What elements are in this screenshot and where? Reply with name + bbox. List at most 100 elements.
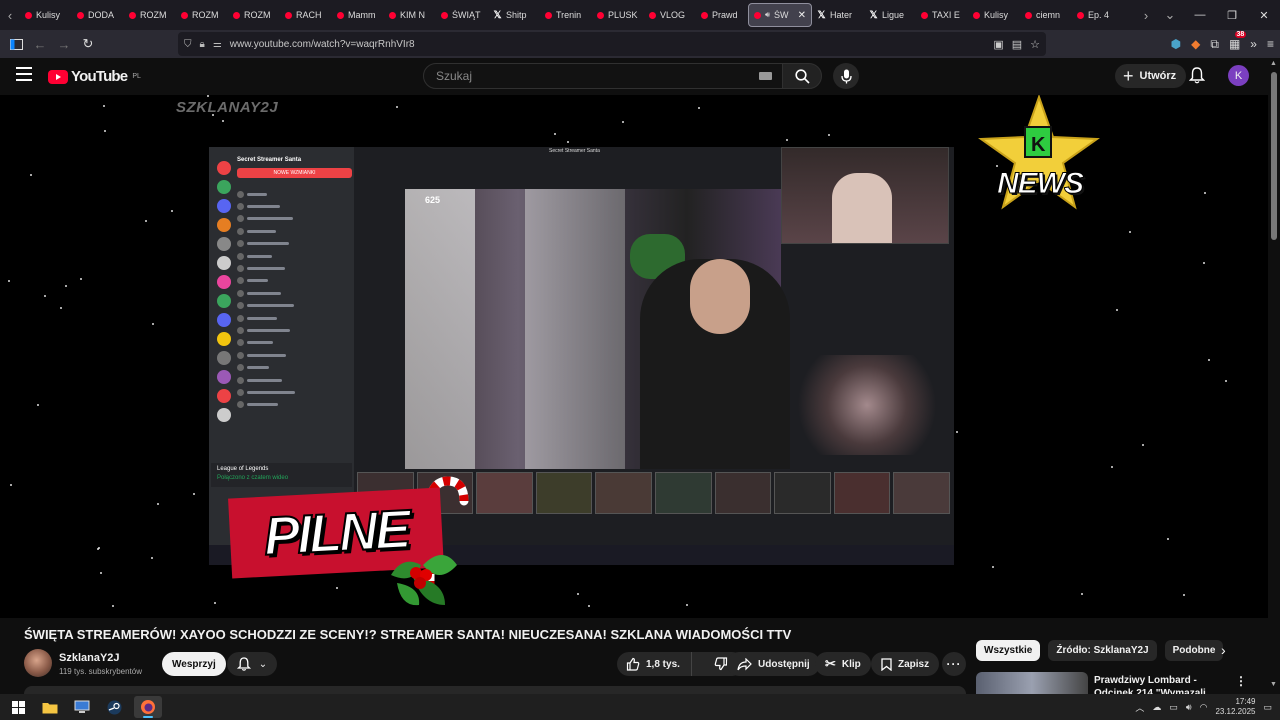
account-avatar[interactable]: K	[1228, 65, 1249, 86]
filter-chip[interactable]: Źródło: SzklanaY2J	[1048, 640, 1157, 661]
steam-icon[interactable]	[100, 696, 128, 718]
browser-tab[interactable]: ROZM	[228, 3, 280, 27]
snowflake	[145, 220, 147, 222]
search-button[interactable]	[782, 63, 822, 89]
more-actions-button[interactable]: ···	[942, 652, 966, 676]
browser-tab[interactable]: VLOG	[644, 3, 696, 27]
list-all-tabs-icon[interactable]: ⌄	[1156, 0, 1184, 30]
browser-tab[interactable]: Mamm	[332, 3, 384, 27]
browser-tab[interactable]: Ep. 4	[1072, 3, 1124, 27]
region-code: PL	[132, 73, 141, 80]
browser-tab[interactable]: Kulisy	[968, 3, 1020, 27]
browser-tab[interactable]: KIM N	[384, 3, 436, 27]
tracking-shield-icon[interactable]: ⛉	[184, 39, 192, 50]
youtube-logo[interactable]: YouTube PL	[48, 68, 141, 85]
filter-chip[interactable]: Podobne	[1164, 640, 1224, 661]
back-icon[interactable]: ←	[28, 32, 52, 56]
browser-tab[interactable]: DODA	[72, 3, 124, 27]
support-button[interactable]: Wesprzyj	[162, 652, 226, 676]
volume-icon[interactable]: 🔊︎	[1186, 702, 1192, 713]
browser-tab[interactable]: ROZM	[176, 3, 228, 27]
browser-tab[interactable]: ŚWIĄT	[436, 3, 488, 27]
picture-in-picture-icon[interactable]: ▣	[993, 38, 1003, 51]
lock-icon[interactable]: 🔒︎	[200, 39, 205, 50]
pc-app-icon[interactable]	[68, 696, 96, 718]
page-scrollbar[interactable]: ▲ ▼	[1268, 58, 1280, 690]
search-input[interactable]	[434, 68, 759, 84]
firefox-taskbar-icon[interactable]	[134, 696, 162, 718]
discord-member-row	[237, 213, 352, 225]
close-window-icon[interactable]: ✕	[1248, 0, 1280, 30]
sidebar-toggle-icon[interactable]	[4, 32, 28, 56]
window-controls: — ❐ ✕	[1184, 0, 1280, 30]
chips-next-icon[interactable]: ›	[1221, 642, 1226, 658]
snowflake	[60, 307, 62, 309]
tray-overflow-icon[interactable]: ︿	[1135, 701, 1144, 714]
network-icon[interactable]: ☁	[1152, 702, 1161, 713]
video-player[interactable]: SZKLANAY2J Secret Streamer Santa NOWE WZ…	[0, 95, 1268, 618]
browser-tab[interactable]: Prawd	[696, 3, 748, 27]
browser-tab[interactable]: PLUSK	[592, 3, 644, 27]
badge-extension-icon[interactable]: ▦ 38	[1229, 31, 1247, 51]
recommended-thumbnail[interactable]	[976, 672, 1088, 694]
browser-tab[interactable]: 🔊︎ ŚW ✕	[748, 3, 812, 27]
minimize-icon[interactable]: —	[1184, 0, 1216, 30]
browser-tab[interactable]: RACH	[280, 3, 332, 27]
fox-extension-icon[interactable]: ◆	[1191, 37, 1200, 51]
browser-tab[interactable]: ciemn	[1020, 3, 1072, 27]
filter-chip[interactable]: Wszystkie	[976, 640, 1041, 661]
create-button[interactable]: + Utwórz	[1115, 64, 1187, 88]
tab-label: ŚWIĄT	[452, 10, 481, 20]
channel-avatar[interactable]	[24, 649, 52, 677]
recommended-menu-icon[interactable]: ⋮	[1235, 674, 1247, 688]
browser-tab[interactable]: 𝕏 Shitp	[488, 3, 540, 27]
bookmark-star-icon[interactable]: ☆	[1030, 38, 1040, 51]
clip-button[interactable]: ✂ Klip	[815, 652, 871, 676]
extensions-puzzle-icon[interactable]: ⧉	[1210, 37, 1219, 52]
windows-start-icon[interactable]	[4, 696, 32, 718]
tabs-scroll-left-icon[interactable]: ‹	[0, 0, 20, 30]
permissions-icon[interactable]: ⚌	[213, 39, 222, 50]
audio-playing-icon[interactable]: 🔊︎	[765, 10, 770, 20]
wifi-icon[interactable]: ◠	[1200, 702, 1208, 713]
url-bar[interactable]: ⛉ 🔒︎ ⚌ www.youtube.com/watch?v=waqrRnhVI…	[178, 32, 1046, 56]
voice-search-button[interactable]	[833, 63, 859, 89]
browser-tab[interactable]: Trenin	[540, 3, 592, 27]
scroll-down-icon[interactable]: ▼	[1270, 681, 1277, 688]
browser-tab[interactable]: Kulisy	[20, 3, 72, 27]
browser-tab[interactable]: ROZM	[124, 3, 176, 27]
browser-tab[interactable]: TAXI E	[916, 3, 968, 27]
app-menu-icon[interactable]: ≡	[1267, 37, 1274, 51]
guide-menu-icon[interactable]	[16, 67, 32, 85]
taskbar-clock[interactable]: 17:49 23.12.2025	[1215, 697, 1255, 717]
description-box[interactable]	[24, 686, 966, 694]
save-button[interactable]: Zapisz	[871, 652, 940, 676]
forward-icon[interactable]: →	[52, 32, 76, 56]
url-text[interactable]: www.youtube.com/watch?v=waqrRnhVIr8	[230, 39, 986, 50]
battery-icon[interactable]: ▭	[1169, 702, 1178, 713]
notifications-bell-icon[interactable]	[1188, 67, 1206, 89]
file-explorer-icon[interactable]	[36, 696, 64, 718]
reader-view-icon[interactable]: ▤	[1012, 38, 1022, 51]
browser-tab[interactable]: 𝕏 Ligue	[864, 3, 916, 27]
x-icon: 𝕏	[493, 9, 502, 21]
notifications-icon[interactable]: ▭	[1263, 702, 1272, 713]
channel-name[interactable]: SzklanaY2J	[59, 652, 120, 664]
close-tab-icon[interactable]: ✕	[798, 10, 806, 21]
recommended-title[interactable]: Prawdziwy Lombard - Odcinek 214 "Wymazal…	[1094, 674, 1226, 694]
restore-icon[interactable]: ❐	[1216, 0, 1248, 30]
overflow-chevron-icon[interactable]: »	[1250, 37, 1257, 51]
like-button[interactable]: 1,8 tys.	[617, 652, 692, 676]
tab-label: TAXI E	[932, 10, 960, 20]
notification-settings-button[interactable]: ⌄	[227, 652, 277, 676]
like-count: 1,8 tys.	[646, 658, 680, 670]
scroll-up-icon[interactable]: ▲	[1270, 60, 1277, 67]
tabs-scroll-right-icon[interactable]: ›	[1136, 0, 1156, 30]
keyboard-icon[interactable]	[759, 72, 772, 80]
browser-tab[interactable]: 𝕏 Hater	[812, 3, 864, 27]
privacy-extension-icon[interactable]: ⬢	[1171, 37, 1181, 51]
share-button[interactable]: Udostępnij	[727, 652, 820, 676]
scrollbar-thumb[interactable]	[1271, 72, 1277, 240]
reload-icon[interactable]: ↻	[76, 32, 100, 56]
x-icon: 𝕏	[817, 9, 826, 21]
